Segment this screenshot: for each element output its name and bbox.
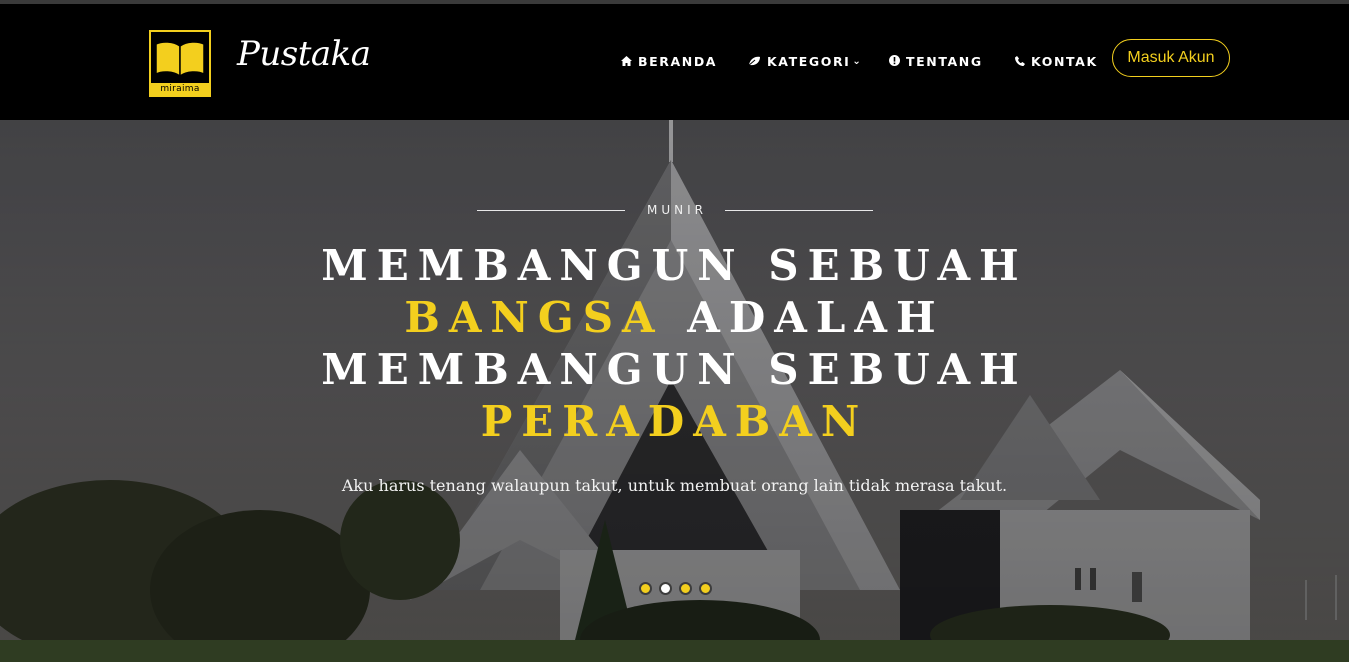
headline-line-1: MEMBANGUN SEBUAH	[321, 241, 1028, 290]
book-icon	[155, 41, 205, 78]
nav-label-beranda: BERANDA	[638, 54, 718, 69]
kicker-line-left	[477, 209, 625, 211]
slide-indicator-2[interactable]	[659, 582, 672, 595]
phone-icon	[1015, 54, 1025, 69]
navbar: miraima Pustaka BERANDA KATEGORI ⌄ TENTA…	[0, 4, 1349, 120]
hero-kicker: MUNIR	[466, 202, 884, 218]
slide-indicator-1[interactable]	[639, 582, 652, 595]
login-button[interactable]: Masuk Akun	[1112, 39, 1230, 77]
nav-item-kontak[interactable]: KONTAK	[1015, 54, 1098, 69]
slider-indicators	[639, 582, 712, 595]
headline-line-2-rest: ADALAH	[687, 293, 945, 342]
nav-item-tentang[interactable]: TENTANG	[889, 54, 983, 69]
hero-headline: MEMBANGUN SEBUAH BANGSA ADALAH MEMBANGUN…	[0, 240, 1349, 448]
headline-line-2: BANGSA ADALAH	[0, 292, 1349, 344]
slide-indicator-4[interactable]	[699, 582, 712, 595]
nav-label-tentang: TENTANG	[906, 54, 983, 69]
nav-item-kategori[interactable]: KATEGORI ⌄	[747, 54, 863, 69]
hero-subtitle: Aku harus tenang walaupun takut, untuk m…	[341, 476, 1008, 495]
logo-caption: miraima	[151, 83, 209, 95]
chevron-down-icon: ⌄	[852, 56, 863, 67]
hero-kicker-text: MUNIR	[647, 203, 707, 217]
logo[interactable]: miraima	[149, 30, 211, 97]
hero-slider: MUNIR MEMBANGUN SEBUAH BANGSA ADALAH MEM…	[0, 120, 1349, 662]
slide-indicator-3[interactable]	[679, 582, 692, 595]
brand-name[interactable]: Pustaka	[237, 34, 371, 74]
nav-item-beranda[interactable]: BERANDA	[621, 54, 717, 69]
nav-label-kategori: KATEGORI	[767, 54, 851, 69]
headline-highlight-bangsa: BANGSA	[404, 293, 664, 342]
headline-line-3: MEMBANGUN SEBUAH	[321, 345, 1028, 394]
home-icon	[621, 54, 632, 69]
headline-highlight-peradaban: PERADABAN	[480, 397, 869, 446]
leaf-icon	[747, 54, 761, 69]
nav-label-kontak: KONTAK	[1031, 54, 1098, 69]
kicker-line-right	[725, 209, 873, 211]
info-icon	[889, 54, 900, 69]
